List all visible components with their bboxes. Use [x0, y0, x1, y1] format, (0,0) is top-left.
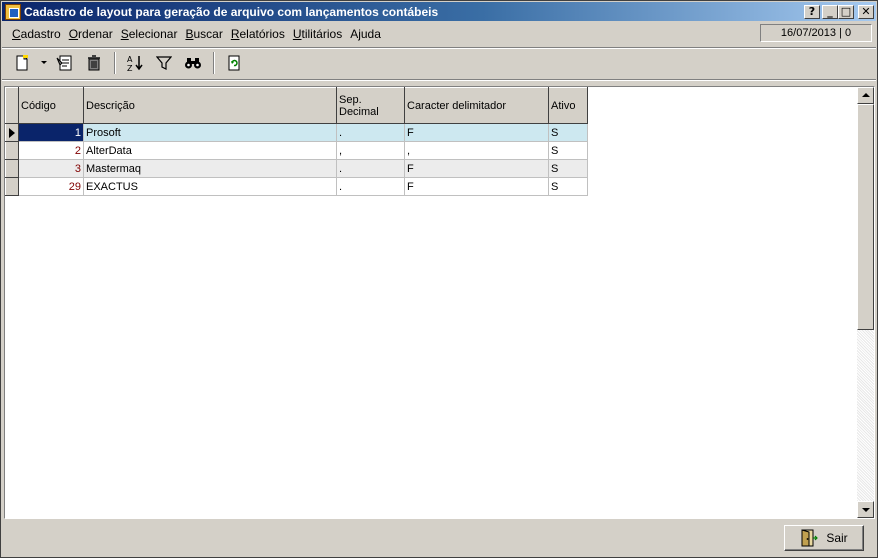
current-row-pointer-icon	[9, 128, 15, 138]
cell-codigo[interactable]: 2	[18, 141, 84, 160]
cell-ativo[interactable]: S	[548, 159, 588, 178]
menu-ordenar[interactable]: Ordenar	[65, 27, 117, 41]
bottom-bar: Sair	[2, 520, 876, 556]
cell-codigo[interactable]: 1	[18, 123, 84, 142]
find-binoculars-icon[interactable]	[181, 52, 205, 74]
cell-descricao[interactable]: EXACTUS	[83, 177, 337, 196]
toolbar-separator	[213, 52, 215, 74]
cell-ativo[interactable]: S	[548, 123, 588, 142]
menu-ajuda[interactable]: Ajuda	[346, 27, 385, 41]
delete-trash-icon[interactable]	[82, 52, 106, 74]
cell-delimitador[interactable]: F	[404, 177, 549, 196]
new-record-icon[interactable]	[10, 52, 34, 74]
table-header-row: Código Descrição Sep. Decimal Caracter d…	[5, 87, 588, 124]
help-button[interactable]: ?	[804, 4, 820, 19]
sort-az-icon[interactable]: A Z	[123, 52, 147, 74]
title-bar[interactable]: Cadastro de layout para geração de arqui…	[2, 2, 876, 21]
svg-text:Z: Z	[127, 64, 133, 72]
column-header-ativo[interactable]: Ativo	[548, 87, 588, 124]
column-header-delimitador[interactable]: Caracter delimitador	[404, 87, 549, 124]
layout-table: Código Descrição Sep. Decimal Caracter d…	[5, 87, 588, 196]
cell-delimitador[interactable]: ,	[404, 141, 549, 160]
window-title: Cadastro de layout para geração de arqui…	[24, 4, 439, 19]
column-header-sep-decimal[interactable]: Sep. Decimal	[336, 87, 405, 124]
cell-descricao[interactable]: Prosoft	[83, 123, 337, 142]
row-indicator[interactable]	[5, 159, 19, 178]
main-window: Cadastro de layout para geração de arqui…	[0, 0, 878, 558]
maximize-button[interactable]: □	[838, 4, 854, 19]
column-header-codigo[interactable]: Código	[18, 87, 84, 124]
exit-button-label: Sair	[826, 531, 848, 545]
edit-record-icon[interactable]	[53, 52, 77, 74]
refresh-icon[interactable]	[222, 52, 246, 74]
cell-codigo[interactable]: 3	[18, 159, 84, 178]
table-row[interactable]: 29 EXACTUS . F S	[5, 177, 588, 196]
menu-utilitarios[interactable]: Utilitários	[289, 27, 346, 41]
cell-codigo[interactable]: 29	[18, 177, 84, 196]
row-indicator-header	[5, 87, 19, 124]
close-button[interactable]: ✕	[858, 4, 874, 19]
table-row[interactable]: 1 Prosoft . F S	[5, 123, 588, 142]
menu-bar: Cadastro Ordenar Selecionar Buscar Relat…	[2, 22, 876, 46]
menu-buscar[interactable]: Buscar	[181, 27, 226, 41]
cell-delimitador[interactable]: F	[404, 159, 549, 178]
scroll-thumb[interactable]	[857, 104, 874, 330]
cell-sep-decimal[interactable]: .	[336, 177, 405, 196]
toolbar: A Z	[2, 49, 876, 77]
cell-descricao[interactable]: AlterData	[83, 141, 337, 160]
dropdown-arrow-icon[interactable]	[39, 52, 49, 74]
data-grid[interactable]: Código Descrição Sep. Decimal Caracter d…	[4, 86, 875, 519]
cell-sep-decimal[interactable]: .	[336, 159, 405, 178]
cell-descricao[interactable]: Mastermaq	[83, 159, 337, 178]
row-indicator[interactable]	[5, 141, 19, 160]
cell-ativo[interactable]: S	[548, 177, 588, 196]
door-exit-icon	[801, 529, 819, 547]
date-status: 16/07/2013 | 0	[760, 24, 872, 42]
row-indicator[interactable]	[5, 123, 19, 142]
filter-funnel-icon[interactable]	[152, 52, 176, 74]
table-row[interactable]: 2 AlterData , , S	[5, 141, 588, 160]
column-header-descricao[interactable]: Descrição	[83, 87, 337, 124]
menu-relatorios[interactable]: Relatórios	[227, 27, 289, 41]
cell-delimitador[interactable]: F	[404, 123, 549, 142]
exit-button[interactable]: Sair	[784, 525, 864, 551]
scroll-down-icon[interactable]	[857, 501, 874, 518]
table-row[interactable]: 3 Mastermaq . F S	[5, 159, 588, 178]
toolbar-separator	[114, 52, 116, 74]
menu-selecionar[interactable]: Selecionar	[117, 27, 182, 41]
minimize-button[interactable]: _	[822, 4, 838, 19]
vertical-scrollbar[interactable]	[857, 87, 874, 518]
cell-ativo[interactable]: S	[548, 141, 588, 160]
app-icon	[5, 3, 21, 20]
menu-cadastro[interactable]: Cadastro	[8, 27, 65, 41]
scroll-up-icon[interactable]	[857, 87, 874, 104]
toolbar-divider	[2, 79, 876, 81]
svg-text:A: A	[127, 55, 133, 64]
cell-sep-decimal[interactable]: ,	[336, 141, 405, 160]
cell-sep-decimal[interactable]: .	[336, 123, 405, 142]
row-indicator[interactable]	[5, 177, 19, 196]
